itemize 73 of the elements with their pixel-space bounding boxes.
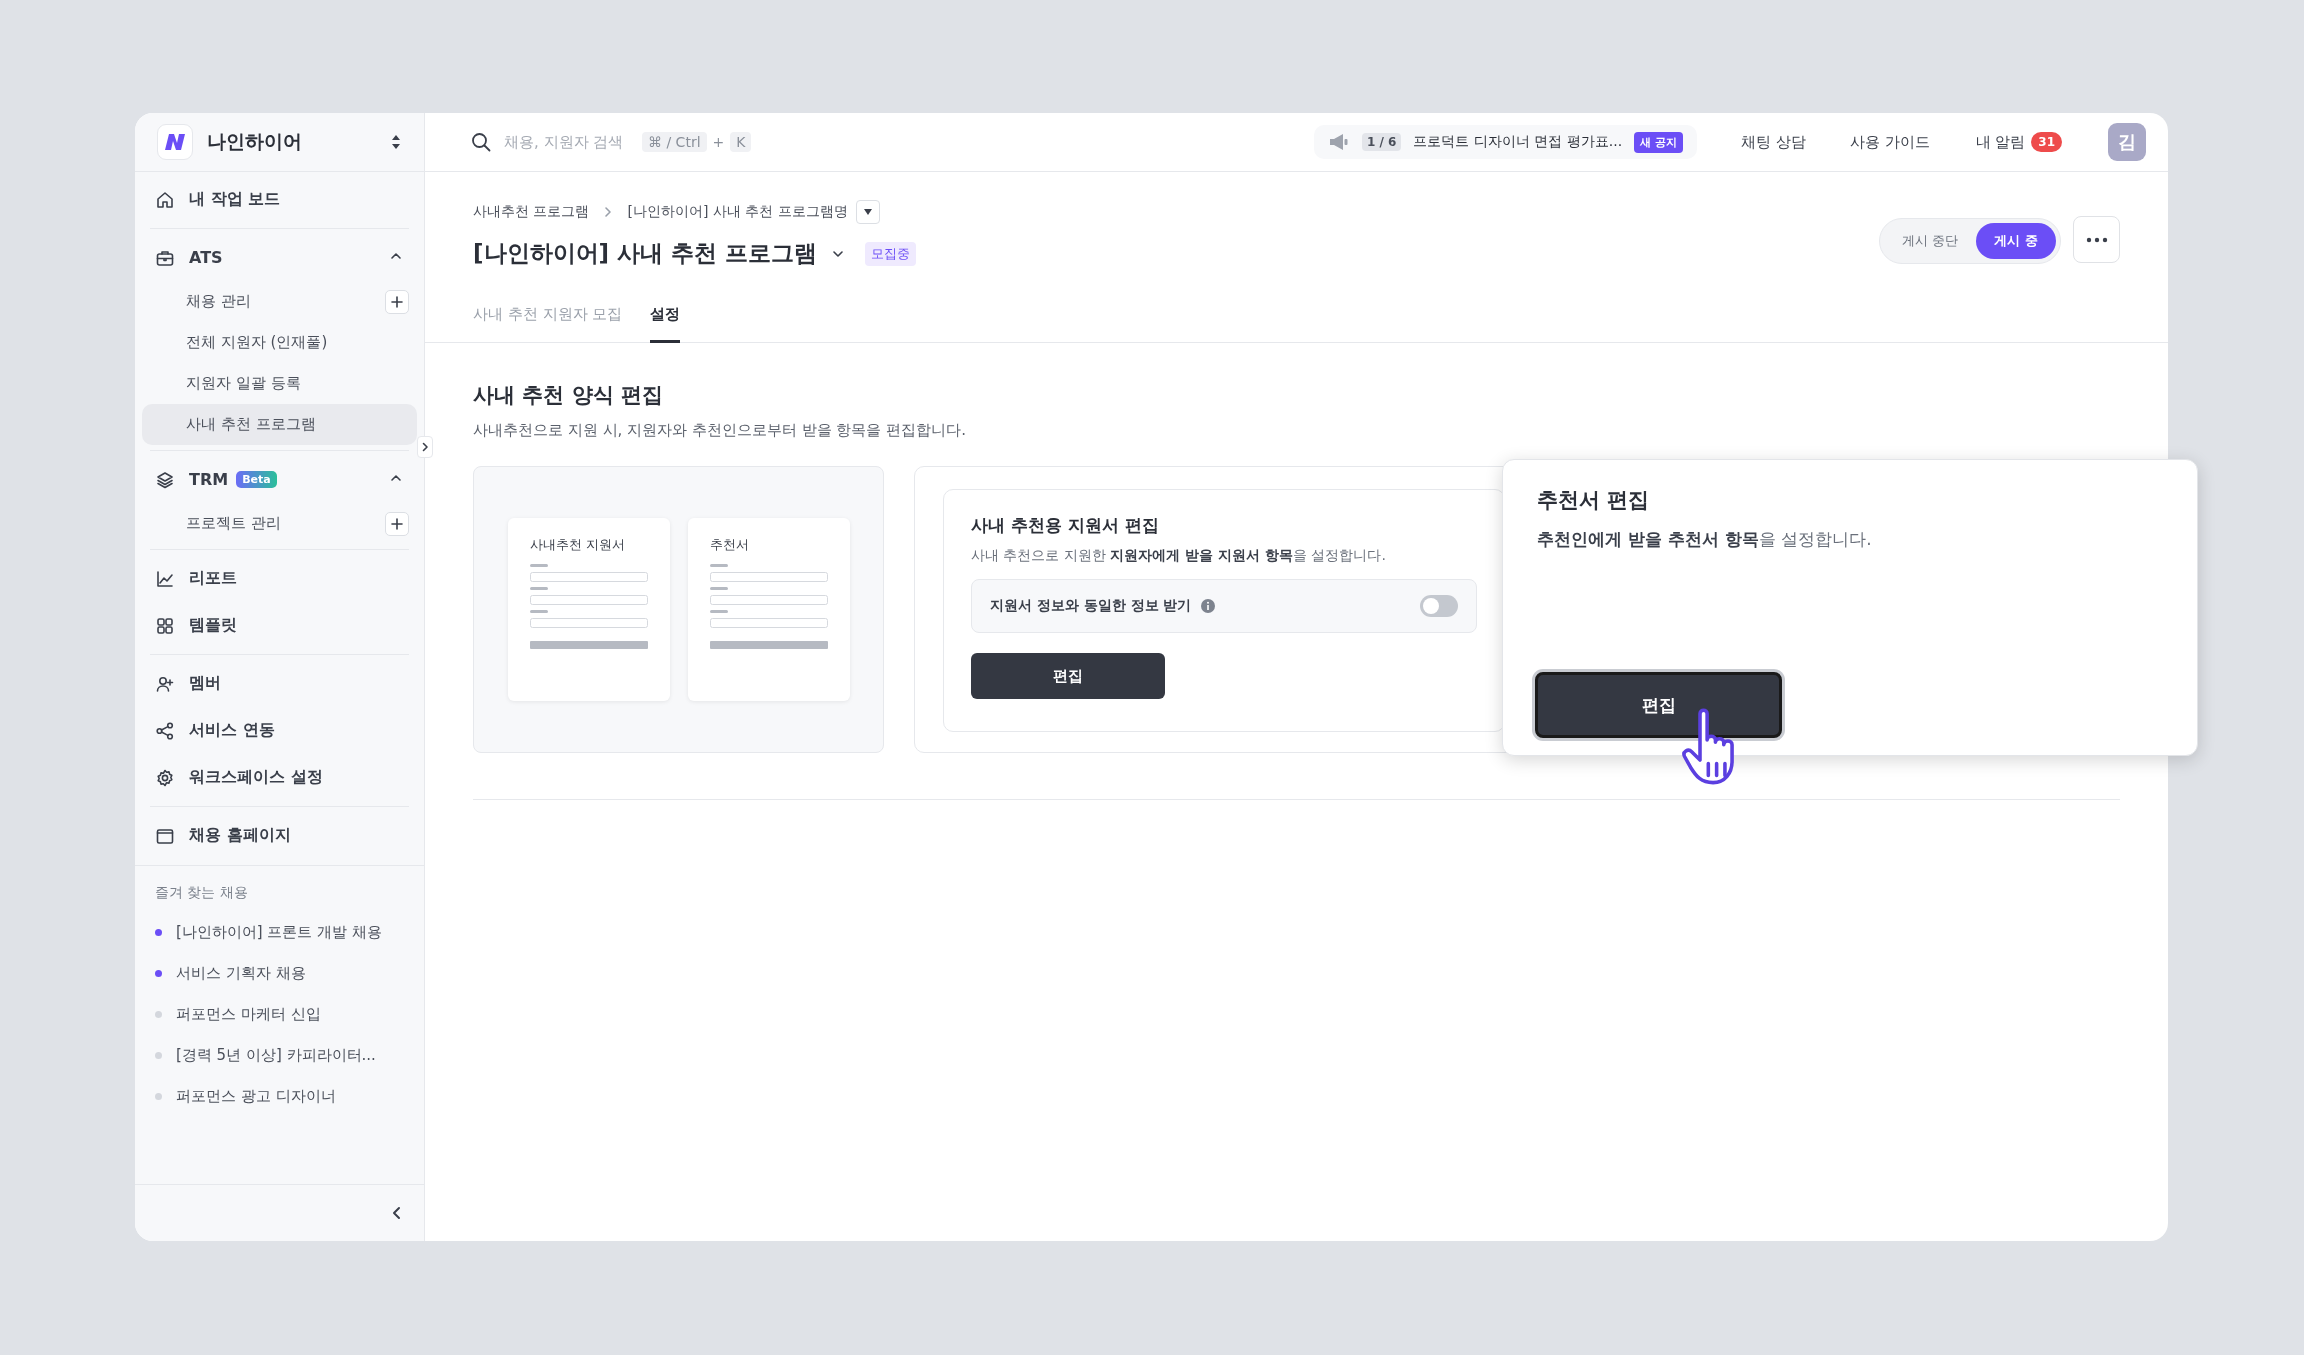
notice-text: 프로덕트 디자이너 면접 평가표... bbox=[1413, 133, 1623, 151]
nav-sub-item[interactable]: 채용 관리 bbox=[142, 281, 417, 322]
publish-option[interactable]: 게시 중 bbox=[1976, 223, 2056, 259]
nav-sub-item[interactable]: 사내 추천 프로그램 bbox=[142, 404, 417, 445]
add-button[interactable] bbox=[385, 289, 409, 314]
shortcut-plus: + bbox=[712, 134, 725, 150]
favorite-item[interactable]: 퍼포먼스 마케터 신입 bbox=[176, 1005, 321, 1024]
nav-sub-item[interactable]: 지원자 일괄 등록 bbox=[142, 363, 417, 404]
edit-button[interactable]: 편집 bbox=[971, 653, 1165, 699]
shortcut-key: K bbox=[730, 132, 752, 152]
nav-item[interactable]: 템플릿 bbox=[148, 602, 411, 649]
new-badge: 새 공지 bbox=[1634, 131, 1683, 153]
nav-item[interactable]: 멤버 bbox=[148, 660, 411, 707]
popover-description: 추천인에게 받을 추천서 항목을 설정합니다. bbox=[1537, 528, 1873, 551]
nav-item[interactable]: 리포트 bbox=[148, 555, 411, 602]
tab[interactable]: 설정 bbox=[650, 291, 681, 343]
workspace-name: 나인하이어 bbox=[207, 129, 303, 154]
breadcrumb-link[interactable]: [나인하이어] 사내 추천 프로그램명 bbox=[627, 203, 848, 221]
favorites-title: 즐겨 찾는 채용 bbox=[155, 884, 249, 902]
nav-group-title[interactable]: ATS bbox=[189, 248, 223, 267]
chevron-right-icon bbox=[603, 206, 614, 218]
toggle-switch[interactable] bbox=[1420, 595, 1458, 617]
sort-icon[interactable] bbox=[390, 133, 402, 151]
nav-sub-item[interactable]: 프로젝트 관리 bbox=[142, 503, 417, 544]
publish-option[interactable]: 게시 중단 bbox=[1884, 223, 1977, 259]
plus-icon bbox=[390, 516, 404, 531]
breadcrumb-link[interactable]: 사내추천 프로그램 bbox=[473, 203, 590, 221]
count-badge: 31 bbox=[2031, 132, 2062, 152]
card-description: 사내 추천으로 지원한 지원자에게 받을 지원서 항목을 설정합니다. bbox=[971, 547, 1387, 565]
home-icon bbox=[155, 189, 175, 210]
chart-icon bbox=[155, 568, 175, 589]
document-title: 추천서 bbox=[709, 536, 750, 554]
page-title: [나인하이어] 사내 추천 프로그램 bbox=[473, 239, 818, 268]
top-link[interactable]: 사용 가이드 bbox=[1849, 132, 1930, 152]
plus-icon bbox=[390, 294, 404, 309]
more-icon bbox=[2085, 236, 2108, 243]
more-button[interactable] bbox=[2073, 216, 2120, 263]
logo-icon bbox=[157, 124, 193, 160]
grid-icon bbox=[155, 615, 175, 636]
favorite-item[interactable]: 서비스 기획자 채용 bbox=[176, 964, 306, 983]
card-title: 사내 추천용 지원서 편집 bbox=[971, 514, 1160, 537]
nav-item[interactable]: 서비스 연동 bbox=[148, 707, 411, 754]
favorite-item[interactable]: [경력 5년 이상] 카피라이터... bbox=[176, 1046, 376, 1065]
layers-icon bbox=[155, 469, 175, 490]
section-title: 사내 추천 양식 편집 bbox=[473, 382, 664, 409]
share-icon bbox=[155, 720, 175, 741]
popover-title: 추천서 편집 bbox=[1537, 487, 1651, 514]
favorite-item[interactable]: 퍼포먼스 광고 디자이너 bbox=[176, 1087, 336, 1106]
chevron-right-icon bbox=[420, 442, 430, 452]
notice-counter: 1 / 6 bbox=[1361, 133, 1402, 151]
favorite-item[interactable]: [나인하이어] 프론트 개발 채용 bbox=[176, 923, 382, 942]
beta-badge: Beta bbox=[236, 471, 277, 488]
info-icon bbox=[1199, 598, 1216, 614]
search-icon bbox=[470, 131, 492, 153]
status-badge: 모집중 bbox=[865, 241, 917, 266]
notice-banner[interactable]: 1 / 6 프로덕트 디자이너 면접 평가표... 새 공지 bbox=[1313, 125, 1697, 159]
nav-sub-item[interactable]: 전체 지원자 (인재풀) bbox=[142, 322, 417, 363]
top-link[interactable]: 채팅 상담 bbox=[1740, 132, 1806, 152]
document-title: 사내추천 지원서 bbox=[529, 536, 626, 554]
settings-icon bbox=[155, 767, 175, 788]
expand-handle[interactable] bbox=[417, 436, 433, 458]
dropdown-button[interactable] bbox=[855, 200, 880, 224]
caret-down-icon bbox=[862, 208, 873, 216]
section-description: 사내추천으로 지원 시, 지원자와 추천인으로부터 받을 항목을 편집합니다. bbox=[473, 421, 967, 440]
option-label: 지원서 정보와 동일한 정보 받기 bbox=[990, 597, 1192, 615]
nav-item[interactable]: 내 작업 보드 bbox=[148, 176, 411, 223]
notifications-link[interactable]: 내 알림 bbox=[1975, 132, 2026, 152]
add-button[interactable] bbox=[385, 511, 409, 536]
shortcut-key: ⌘ / Ctrl bbox=[642, 132, 707, 152]
nav-group-title[interactable]: TRM bbox=[189, 470, 229, 489]
nav-item[interactable]: 채용 홈페이지 bbox=[148, 812, 411, 859]
megaphone-icon bbox=[1327, 133, 1350, 151]
nav-item[interactable]: 워크스페이스 설정 bbox=[148, 754, 411, 801]
